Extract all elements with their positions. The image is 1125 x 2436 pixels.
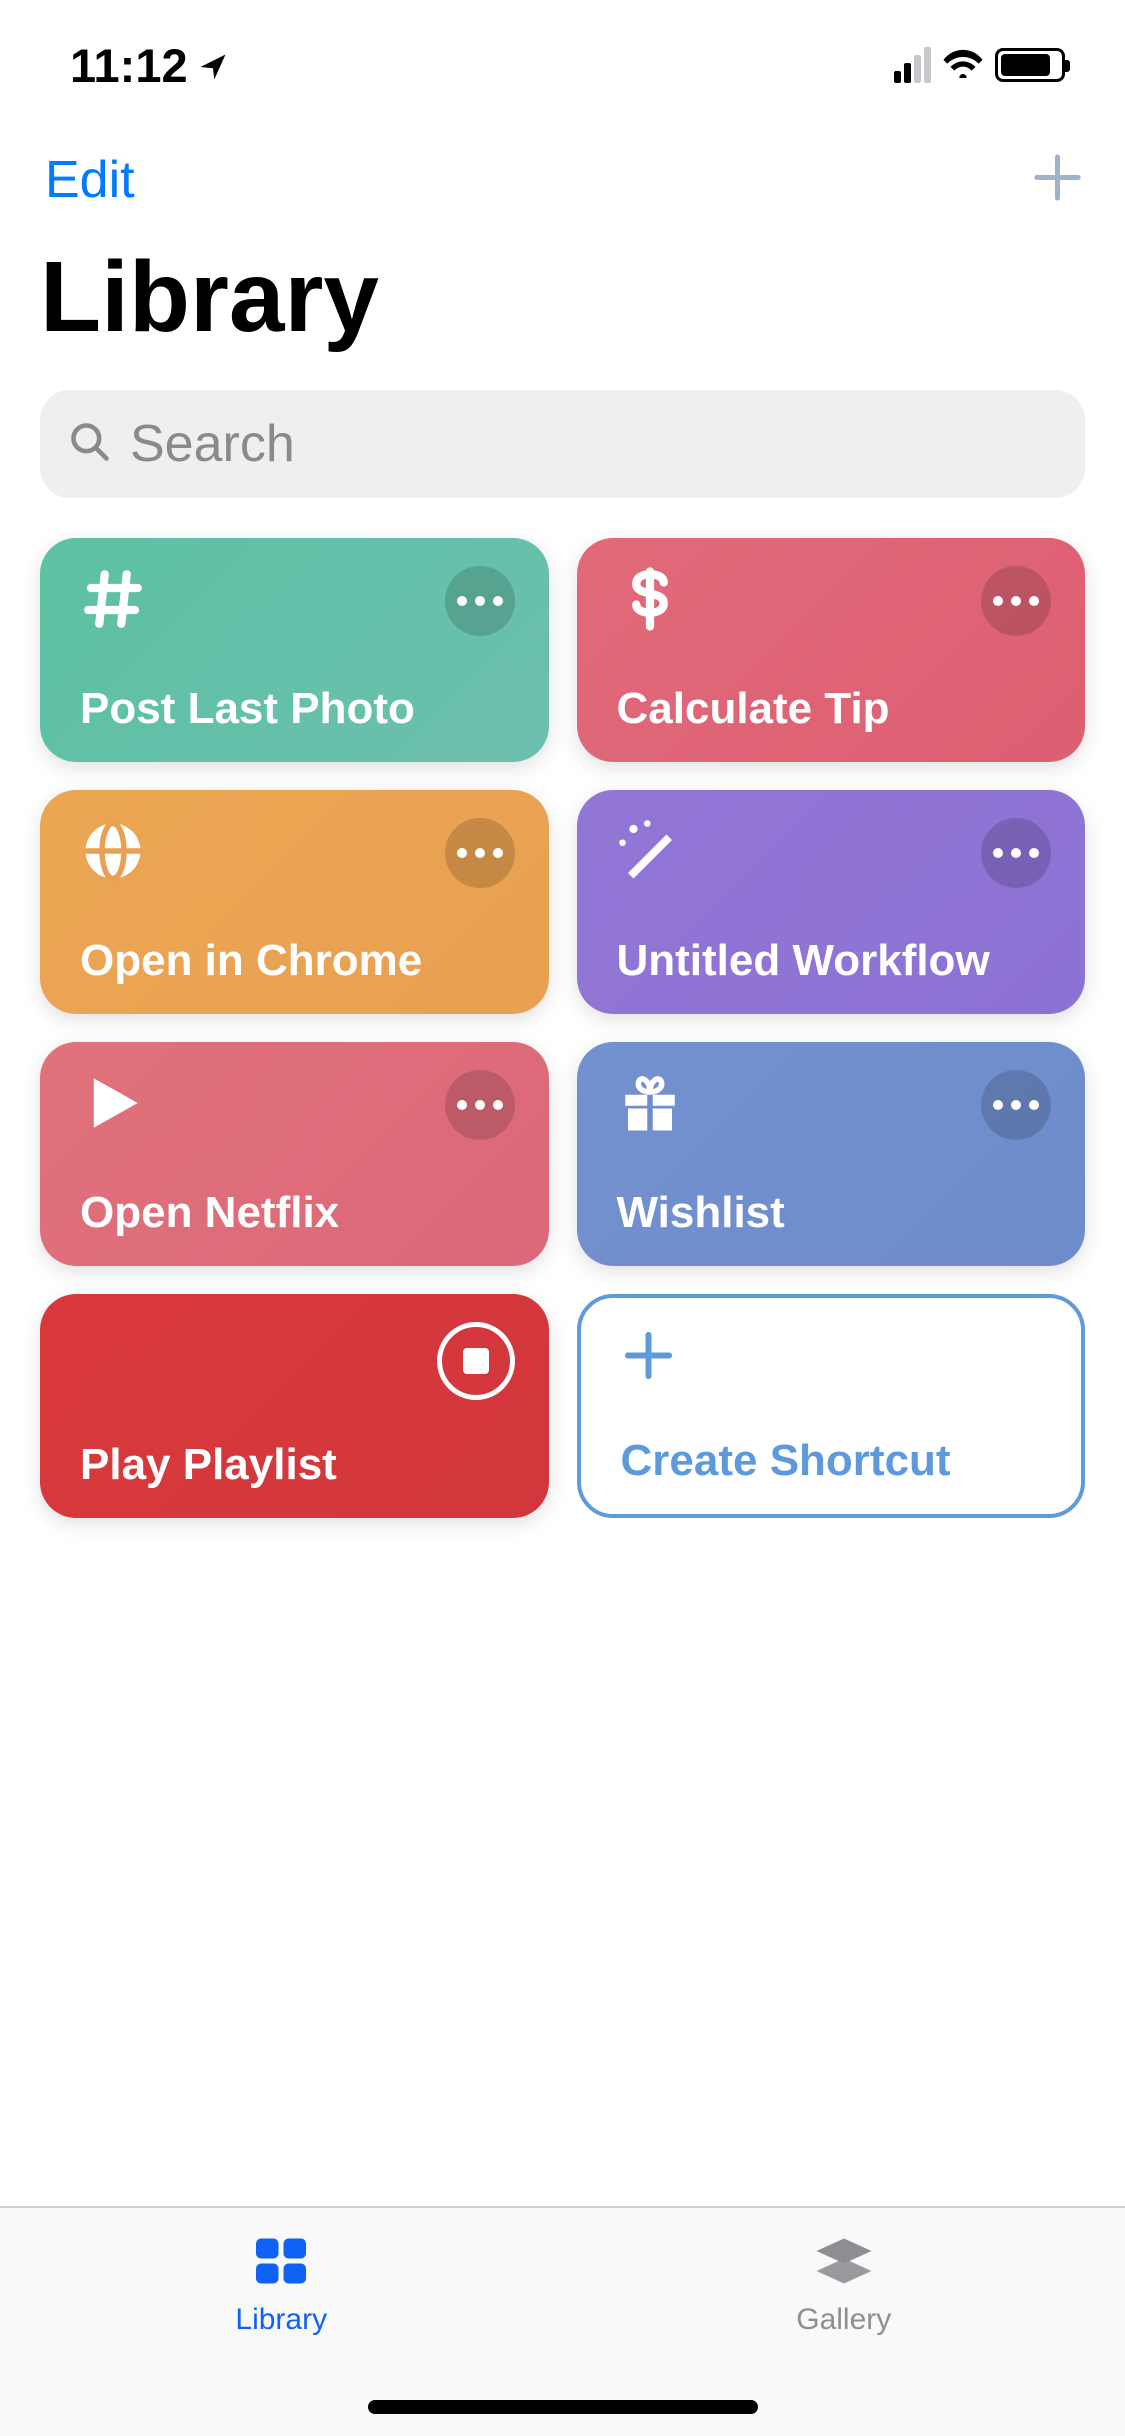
globe-icon: [80, 818, 146, 889]
status-indicators: [894, 47, 1065, 83]
tile-label: Untitled Workflow: [617, 936, 1052, 986]
more-button[interactable]: [981, 566, 1051, 636]
tab-label: Gallery: [796, 2303, 891, 2337]
status-time: 11:12: [70, 38, 188, 93]
gift-icon: [617, 1070, 683, 1141]
add-shortcut-button[interactable]: [1030, 150, 1085, 210]
shortcut-tile-untitled-workflow[interactable]: Untitled Workflow: [577, 790, 1086, 1014]
tile-label: Open in Chrome: [80, 936, 515, 986]
more-button[interactable]: [981, 818, 1051, 888]
tile-label: Calculate Tip: [617, 684, 1052, 734]
status-time-group: 11:12: [70, 38, 228, 93]
shortcut-tile-open-netflix[interactable]: Open Netflix: [40, 1042, 549, 1266]
shortcut-tile-calculate-tip[interactable]: Calculate Tip: [577, 538, 1086, 762]
shortcut-tile-open-in-chrome[interactable]: Open in Chrome: [40, 790, 549, 1014]
shortcut-tile-post-last-photo[interactable]: Post Last Photo: [40, 538, 549, 762]
grid-icon: [251, 2236, 311, 2291]
edit-button[interactable]: Edit: [45, 150, 135, 210]
tile-label: Wishlist: [617, 1188, 1052, 1238]
hash-icon: [80, 566, 146, 637]
status-bar: 11:12: [0, 0, 1125, 130]
tile-label: Open Netflix: [80, 1188, 515, 1238]
more-button[interactable]: [445, 818, 515, 888]
shortcut-tile-wishlist[interactable]: Wishlist: [577, 1042, 1086, 1266]
battery-icon: [995, 48, 1065, 82]
home-indicator[interactable]: [368, 2400, 758, 2414]
location-icon: [198, 38, 228, 93]
search-bar[interactable]: [40, 390, 1085, 498]
tile-label: Play Playlist: [80, 1440, 515, 1490]
more-button[interactable]: [445, 1070, 515, 1140]
tab-label: Library: [235, 2303, 327, 2337]
shortcut-tile-play-playlist[interactable]: Play Playlist: [40, 1294, 549, 1518]
play-icon: [80, 1070, 146, 1141]
plus-icon: [621, 1328, 1048, 1388]
page-title: Library: [0, 220, 1125, 370]
shortcuts-grid: Post Last Photo Calculate Tip Open in Ch…: [0, 498, 1125, 1558]
tile-label: Post Last Photo: [80, 684, 515, 734]
more-button[interactable]: [445, 566, 515, 636]
nav-bar: Edit: [0, 130, 1125, 220]
create-label: Create Shortcut: [621, 1436, 1048, 1486]
wand-icon: [617, 818, 683, 889]
stack-icon: [814, 2236, 874, 2291]
create-shortcut-tile[interactable]: Create Shortcut: [577, 1294, 1086, 1518]
wifi-icon: [943, 48, 983, 83]
search-input[interactable]: [130, 414, 1057, 474]
search-icon: [68, 420, 112, 469]
stop-button[interactable]: [437, 1322, 515, 1400]
signal-icon: [894, 47, 931, 83]
more-button[interactable]: [981, 1070, 1051, 1140]
dollar-icon: [617, 566, 683, 637]
